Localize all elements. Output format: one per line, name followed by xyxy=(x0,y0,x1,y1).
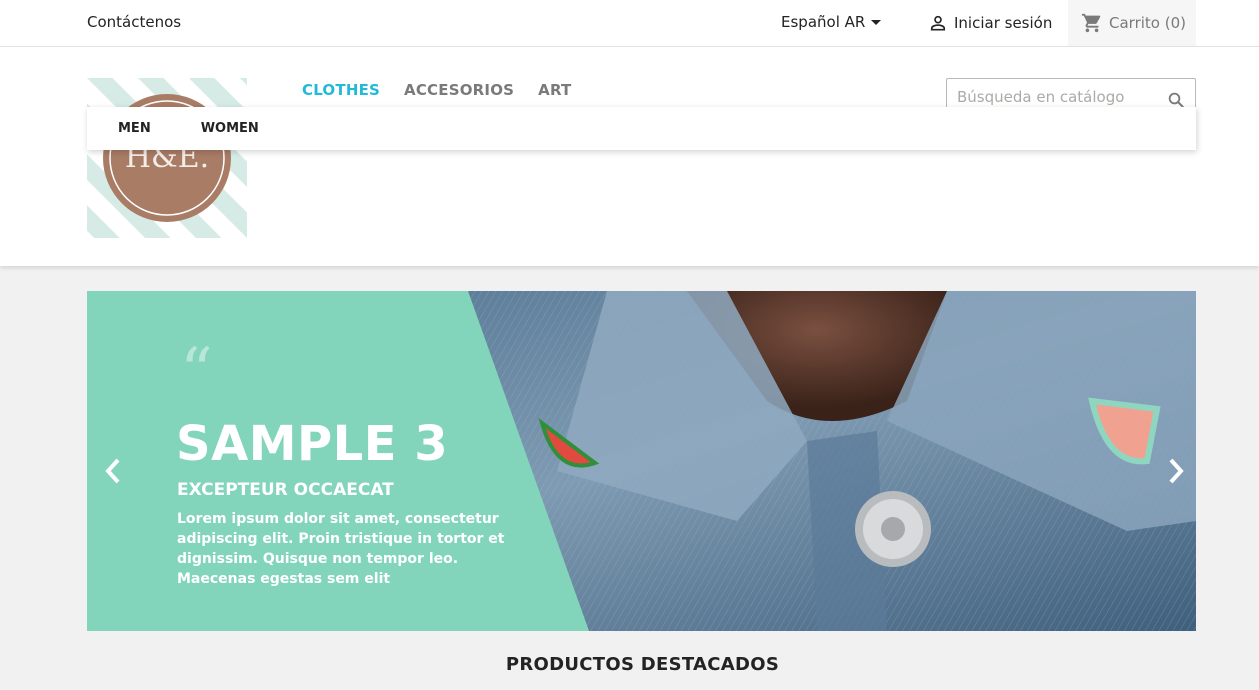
header: H&E. CLOTHES ACCESORIOS ART xyxy=(0,47,1259,266)
quote-icon: “ xyxy=(180,335,213,409)
nav-item-accesorios[interactable]: ACCESORIOS xyxy=(404,81,514,99)
chevron-right-icon xyxy=(1169,458,1184,484)
sign-in-label: Iniciar sesión xyxy=(954,14,1053,32)
nav-item-art[interactable]: ART xyxy=(538,81,571,99)
slide-description: Lorem ipsum dolor sit amet, consectetur … xyxy=(177,511,505,587)
clothes-submenu: MEN WOMEN xyxy=(87,107,1196,150)
caret-down-icon xyxy=(871,20,882,25)
submenu-item-men[interactable]: MEN xyxy=(118,121,151,136)
search-input[interactable] xyxy=(947,88,1147,106)
user-icon xyxy=(930,15,946,31)
sign-in-link[interactable]: Iniciar sesión xyxy=(928,13,1052,33)
logo[interactable]: H&E. xyxy=(87,78,247,238)
submenu-item-women[interactable]: WOMEN xyxy=(201,121,259,136)
slide-subtitle: EXCEPTEUR OCCAECAT xyxy=(177,480,394,500)
slider-next-button[interactable] xyxy=(1162,455,1190,487)
cart-button[interactable]: Carrito (0) xyxy=(1068,0,1196,46)
top-bar: Contáctenos Español AR Iniciar sesión Ca… xyxy=(0,0,1259,47)
featured-products-title: PRODUCTOS DESTACADOS xyxy=(505,654,780,675)
slider-prev-button[interactable] xyxy=(99,455,127,487)
contact-link[interactable]: Contáctenos xyxy=(87,13,181,31)
nav-item-clothes[interactable]: CLOTHES xyxy=(302,81,380,99)
main-nav: CLOTHES ACCESORIOS ART xyxy=(302,81,571,99)
language-label: Español AR xyxy=(781,13,866,31)
logo-graphic: H&E. xyxy=(87,78,247,238)
slide-title: SAMPLE 3 xyxy=(176,416,449,472)
cart-label: Carrito (0) xyxy=(1109,14,1186,32)
language-selector[interactable]: Español AR xyxy=(781,13,882,31)
cart-icon xyxy=(1081,13,1101,33)
chevron-left-icon xyxy=(105,458,120,484)
